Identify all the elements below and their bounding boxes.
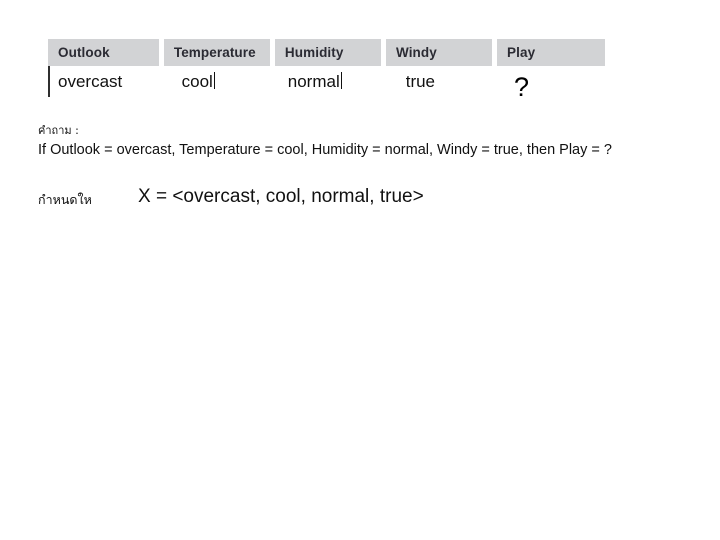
table-header-humidity: Humidity bbox=[274, 39, 381, 66]
table-cell-outlook: overcast bbox=[48, 67, 159, 107]
attribute-table: Outlook Temperature Humidity Windy Play … bbox=[48, 39, 606, 107]
text-caret bbox=[213, 72, 215, 89]
assignment-expression: X = <overcast, cool, normal, true> bbox=[138, 186, 424, 207]
table-cell-humidity: normal bbox=[275, 67, 381, 107]
table-cell-windy-value: true bbox=[405, 72, 436, 91]
slide-canvas: Outlook Temperature Humidity Windy Play … bbox=[0, 0, 720, 540]
table-header-temperature: Temperature bbox=[163, 39, 270, 66]
table-cell-windy: true bbox=[386, 67, 492, 107]
table-header-row: Outlook Temperature Humidity Windy Play bbox=[48, 39, 606, 66]
given-label: กำหนดให bbox=[38, 192, 92, 207]
table-header-outlook: Outlook bbox=[48, 39, 159, 66]
table-row: overcast cool normal true ? bbox=[48, 67, 605, 107]
table-header-play: Play bbox=[497, 39, 606, 66]
question-label: คำถาม : bbox=[38, 124, 79, 137]
table-cell-humidity-value: normal bbox=[287, 72, 340, 91]
table-header-play-label: Play bbox=[507, 45, 536, 60]
table-cell-play: ? bbox=[497, 67, 605, 107]
table-header-outlook-label: Outlook bbox=[58, 45, 110, 60]
table-header-humidity-label: Humidity bbox=[284, 45, 344, 60]
table-header-windy: Windy bbox=[385, 39, 493, 66]
text-caret bbox=[340, 72, 342, 89]
table-header-temperature-label: Temperature bbox=[173, 45, 256, 60]
table-cell-outlook-value: overcast bbox=[58, 72, 123, 91]
table-cell-temperature: cool bbox=[164, 67, 270, 107]
table-cell-play-value: ? bbox=[513, 72, 529, 102]
table-cell-temperature-value: cool bbox=[181, 72, 213, 91]
table-header-windy-label: Windy bbox=[395, 45, 437, 60]
question-sentence: If Outlook = overcast, Temperature = coo… bbox=[38, 142, 612, 158]
